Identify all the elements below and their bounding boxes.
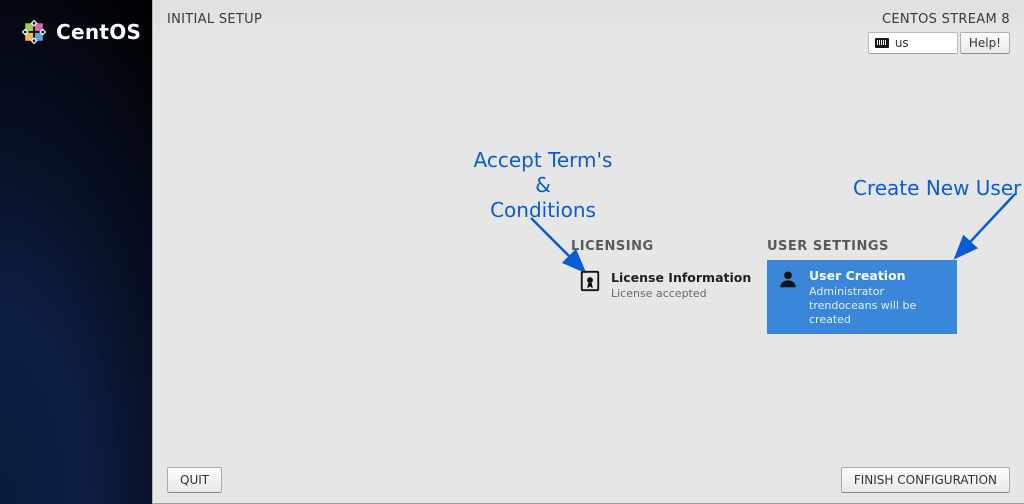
- user-creation-spoke[interactable]: User Creation Administrator trendoceans …: [767, 260, 957, 334]
- quit-button[interactable]: QUIT: [167, 467, 222, 493]
- finish-configuration-button[interactable]: FINISH CONFIGURATION: [841, 467, 1010, 493]
- center-area: Accept Term's & Conditions Create New Us…: [153, 56, 1024, 447]
- user-spoke-title: User Creation: [809, 268, 947, 283]
- annotation-accept-terms: Accept Term's & Conditions: [453, 148, 633, 223]
- brand-name: CentOS: [56, 20, 141, 44]
- page-title: INITIAL SETUP: [167, 12, 262, 27]
- topbar: INITIAL SETUP CENTOS STREAM 8 us Help!: [153, 0, 1024, 56]
- centos-logo-icon: [20, 18, 48, 46]
- license-spoke-text: License Information License accepted: [611, 270, 751, 301]
- licensing-heading: LICENSING: [571, 239, 654, 254]
- arrow-to-user-creation-icon: [943, 190, 1024, 270]
- user-icon: [777, 268, 799, 290]
- annotation-create-user: Create New User: [853, 176, 1021, 201]
- keyboard-icon: [875, 38, 889, 48]
- license-spoke-title: License Information: [611, 270, 751, 285]
- brand-panel: CentOS: [0, 0, 152, 504]
- main-panel: INITIAL SETUP CENTOS STREAM 8 us Help! A…: [152, 0, 1024, 504]
- keyboard-layout-selector[interactable]: us: [868, 32, 958, 54]
- keyboard-layout-label: us: [895, 36, 909, 50]
- bottombar: QUIT FINISH CONFIGURATION: [153, 459, 1024, 503]
- license-spoke-status: License accepted: [611, 287, 751, 301]
- user-spoke-status: Administrator trendoceans will be create…: [809, 285, 947, 326]
- user-spoke-text: User Creation Administrator trendoceans …: [809, 268, 947, 326]
- distro-label: CENTOS STREAM 8: [882, 12, 1010, 27]
- topbar-right-cluster: us Help!: [868, 32, 1010, 54]
- user-settings-heading: USER SETTINGS: [767, 239, 889, 254]
- help-button[interactable]: Help!: [960, 32, 1010, 54]
- brand-row: CentOS: [0, 18, 152, 46]
- license-certificate-icon: [579, 270, 601, 292]
- license-information-spoke[interactable]: License Information License accepted: [571, 264, 761, 307]
